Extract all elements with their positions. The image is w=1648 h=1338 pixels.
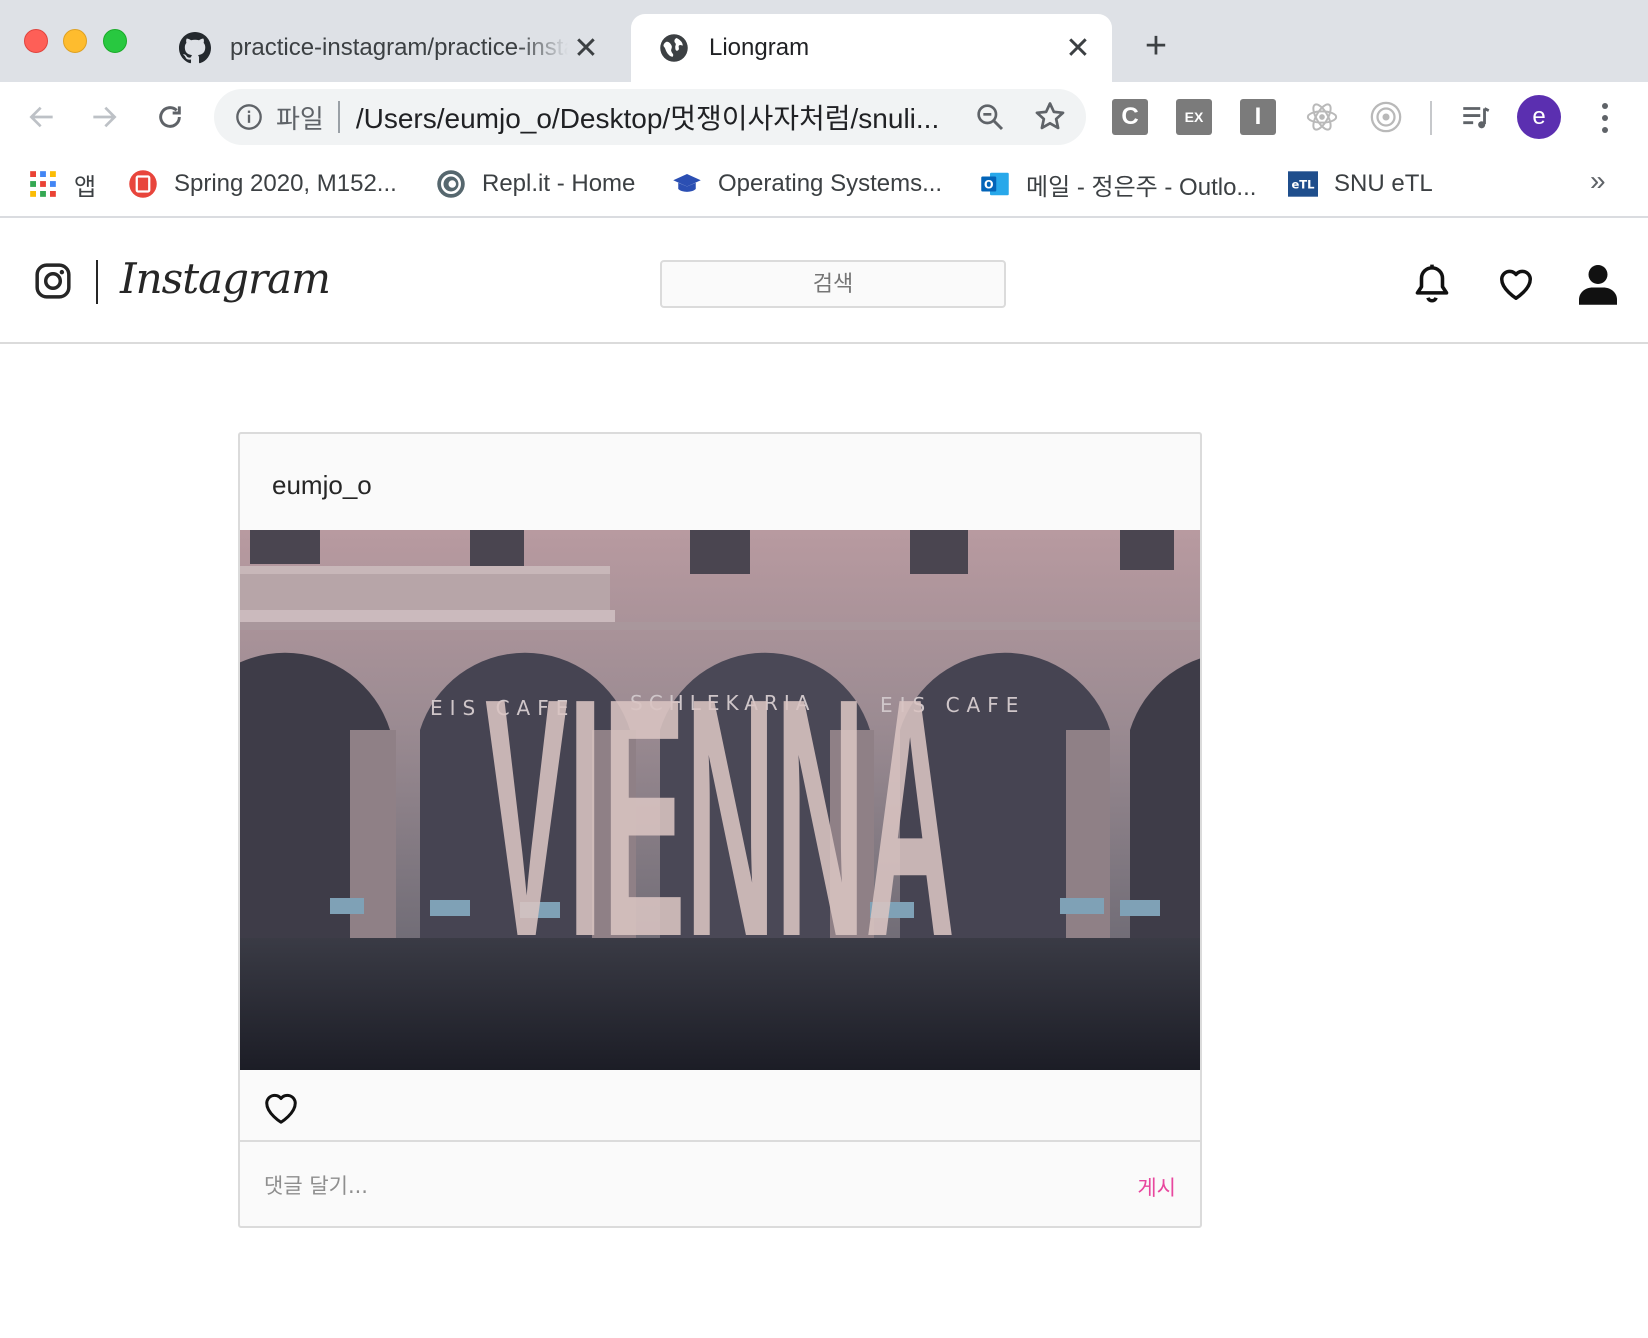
- bookmark-label: Spring 2020, M152...: [174, 170, 397, 197]
- site-info-icon[interactable]: [234, 102, 264, 132]
- globe-icon: [657, 31, 691, 65]
- bookmark-label: SNU eTL: [1334, 170, 1433, 197]
- instagram-wordmark[interactable]: Instagram: [120, 254, 331, 303]
- browser-toolbar: 파일 /Users/eumjo_o/Desktop/멋쟁이사자처럼/snuli.…: [0, 82, 1648, 152]
- etl-icon: eTL: [1288, 169, 1318, 199]
- target-extension-icon[interactable]: [1368, 99, 1404, 135]
- bookmark-label: Repl.it - Home: [482, 170, 636, 197]
- bookmarks-bar: 앱 Spring 2020, M152... Repl.it - Home Op…: [0, 152, 1648, 218]
- arrow-right-icon: [93, 106, 117, 128]
- close-tab-icon[interactable]: ✕: [1060, 30, 1096, 66]
- outlook-icon: O: [980, 169, 1010, 199]
- graduation-cap-icon: [672, 169, 702, 199]
- svg-text:eTL: eTL: [1291, 178, 1315, 192]
- url-scheme-label: 파일: [276, 103, 324, 134]
- replit-icon: [436, 169, 466, 199]
- reload-button[interactable]: [148, 95, 192, 139]
- c-extension-icon[interactable]: C: [1112, 99, 1148, 135]
- vienna-photo: EIS CAFE SCHLEKARIA EIS CAFE VIENNA: [240, 530, 1200, 1070]
- post-username[interactable]: eumjo_o: [272, 470, 372, 501]
- post-image[interactable]: EIS CAFE SCHLEKARIA EIS CAFE VIENNA: [240, 530, 1200, 1070]
- browser-menu-icon[interactable]: [1590, 96, 1620, 140]
- bookmarks-overflow-button[interactable]: »: [1590, 165, 1606, 197]
- tab-title: Liongram: [709, 34, 810, 61]
- red-square-icon: [128, 169, 158, 199]
- window-minimize-button[interactable]: [63, 29, 87, 53]
- apps-grid-icon: [28, 169, 58, 199]
- window-maximize-button[interactable]: [103, 29, 127, 53]
- search-input[interactable]: [660, 260, 1006, 308]
- arrow-left-icon: [29, 106, 53, 128]
- user-icon[interactable]: [1576, 262, 1620, 306]
- vienna-headline: VIENNA: [485, 628, 955, 1008]
- profile-avatar[interactable]: e: [1517, 95, 1561, 139]
- react-devtools-icon[interactable]: [1304, 99, 1340, 135]
- heart-icon[interactable]: [1494, 262, 1538, 306]
- address-separator: [337, 101, 340, 133]
- browser-tab-github[interactable]: practice-instagram/practice-insta ✕: [160, 14, 620, 82]
- bookmark-label: 메일 - 정은주 - Outlo...: [1026, 173, 1257, 201]
- bookmark-snu-etl[interactable]: eTL SNU eTL: [1288, 165, 1433, 203]
- zoom-icon[interactable]: [974, 101, 1006, 133]
- tab-title: practice-instagram/practice-insta: [230, 34, 568, 61]
- instagram-logo-icon[interactable]: [34, 262, 72, 300]
- bell-icon[interactable]: [1410, 262, 1454, 306]
- comment-input[interactable]: [264, 1164, 1064, 1208]
- close-tab-icon[interactable]: ✕: [568, 30, 604, 66]
- browser-tab-liongram[interactable]: Liongram ✕: [631, 14, 1112, 82]
- forward-button[interactable]: [82, 95, 126, 139]
- bookmark-label: 앱: [74, 173, 97, 201]
- logo-divider: [96, 260, 98, 304]
- i-extension-icon[interactable]: I: [1240, 99, 1276, 135]
- address-bar[interactable]: 파일 /Users/eumjo_o/Desktop/멋쟁이사자처럼/snuli.…: [214, 89, 1086, 145]
- bookmark-replit[interactable]: Repl.it - Home: [436, 165, 635, 203]
- app-header: Instagram: [0, 220, 1648, 344]
- bookmark-spring-2020[interactable]: Spring 2020, M152...: [128, 165, 397, 203]
- browser-tab-strip: practice-instagram/practice-insta ✕ Lion…: [0, 0, 1648, 82]
- bookmark-operating-systems[interactable]: Operating Systems...: [672, 165, 942, 203]
- svg-text:O: O: [984, 178, 994, 191]
- post-comment-button[interactable]: 게시: [1137, 1172, 1176, 1202]
- reload-icon: [159, 106, 181, 128]
- ex-extension-icon[interactable]: EX: [1176, 99, 1212, 135]
- like-heart-icon[interactable]: [262, 1090, 302, 1130]
- toolbar-separator: [1430, 101, 1432, 135]
- bookmark-star-icon[interactable]: [1032, 99, 1068, 135]
- new-tab-button[interactable]: +: [1136, 25, 1176, 67]
- url-text[interactable]: /Users/eumjo_o/Desktop/멋쟁이사자처럼/snuli...: [356, 97, 946, 137]
- post-card: eumjo_o EIS CAFE SCHLEKARIA EIS CAFE VIE…: [238, 432, 1202, 1228]
- bookmark-apps[interactable]: 앱: [28, 165, 96, 203]
- back-button[interactable]: [20, 95, 64, 139]
- github-icon: [178, 31, 212, 65]
- comment-divider: [240, 1140, 1200, 1142]
- media-control-icon[interactable]: [1458, 99, 1494, 135]
- bookmark-outlook[interactable]: O 메일 - 정은주 - Outlo...: [980, 165, 1256, 203]
- window-close-button[interactable]: [24, 29, 48, 53]
- bookmark-label: Operating Systems...: [718, 170, 943, 197]
